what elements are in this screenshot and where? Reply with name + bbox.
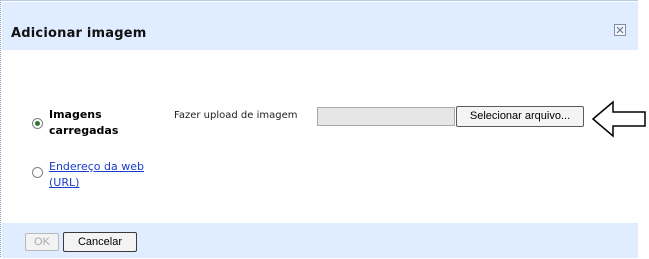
option-web-line2: (URL) [49,176,80,189]
file-path-field[interactable] [317,107,455,126]
upload-label: Fazer upload de imagem [174,110,298,121]
cancel-button[interactable]: Cancelar [63,232,137,252]
close-button[interactable] [614,24,626,36]
ok-button[interactable]: OK [25,233,59,251]
add-image-dialog: Adicionar imagem Imagens carregadas Ende… [0,0,646,258]
dialog-header: Adicionar imagem [2,2,638,50]
option-web-line1: Endereço da web [49,160,144,173]
left-arrow-icon [591,100,646,138]
close-icon [616,26,624,34]
option-uploaded-line1: Imagens [49,108,102,121]
option-uploaded-line2: carregadas [49,124,119,137]
dialog-title: Adicionar imagem [11,26,147,41]
option-uploaded-label[interactable]: Imagens carregadas [49,107,118,139]
option-web-url-link[interactable]: Endereço da web (URL) [49,159,144,191]
select-file-button[interactable]: Selecionar arquivo... [456,106,584,127]
radio-web-url[interactable] [32,167,43,178]
radio-uploaded-images[interactable] [32,118,43,129]
radio-selected-dot [35,121,40,126]
